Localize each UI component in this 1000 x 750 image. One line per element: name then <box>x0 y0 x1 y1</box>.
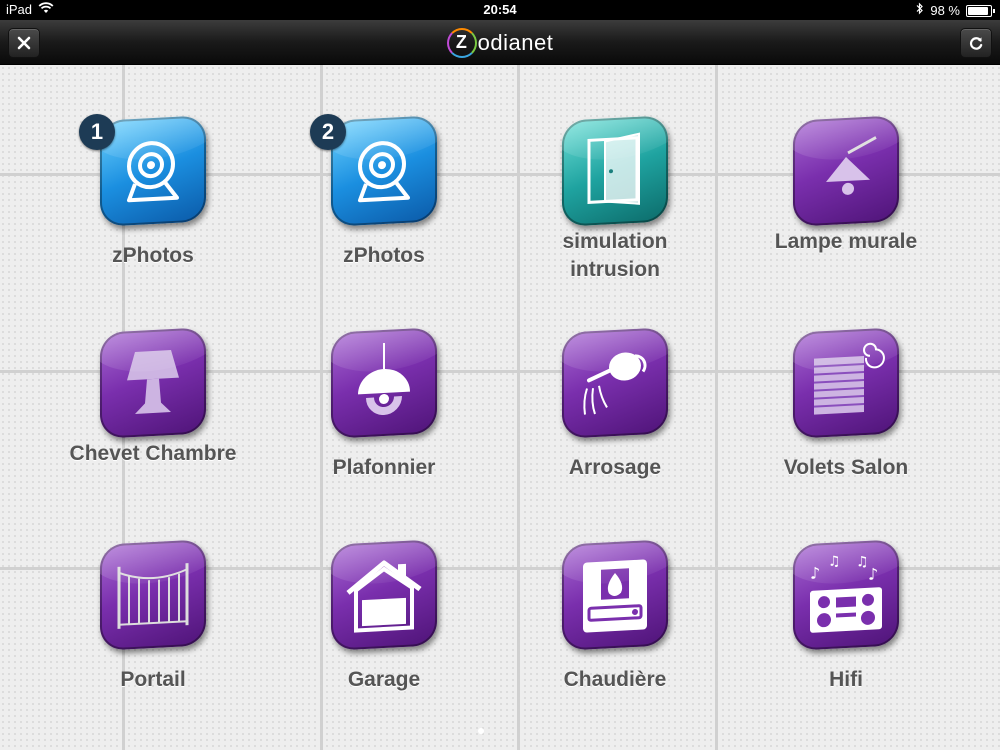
tile-chevet-chambre[interactable]: Chevet Chambre <box>63 327 243 530</box>
tile-label: zPhotos <box>112 244 194 267</box>
tile-label: zPhotos <box>343 244 425 267</box>
tile-zphotos-1[interactable]: 1 zPhotos <box>63 114 243 318</box>
tile-label: Portail <box>120 668 186 691</box>
tile-garage[interactable]: Garage <box>294 539 474 742</box>
battery-fill <box>968 6 988 15</box>
tile-label: Hifi <box>829 668 863 691</box>
bluetooth-icon <box>916 2 924 18</box>
tile-portail[interactable]: Portail <box>63 539 243 742</box>
garage-icon <box>331 539 437 651</box>
tile-label: Chaudière <box>563 668 667 691</box>
boiler-icon <box>562 539 668 651</box>
hifi-icon: ♪ ♫ ♫ ♪ <box>793 539 899 651</box>
bedside-lamp-icon <box>100 327 206 439</box>
tile-label: simulation intrusion <box>562 230 668 281</box>
tile-zphotos-2[interactable]: 2 zPhotos <box>294 114 474 318</box>
tile-hifi[interactable]: ♪ ♫ ♫ ♪ Hifi <box>756 539 936 742</box>
status-bar: iPad 20:54 98 % <box>0 0 1000 20</box>
refresh-icon <box>969 37 983 50</box>
tile-simulation-intrusion[interactable]: simulation intrusion <box>525 115 705 318</box>
watering-can-icon <box>562 327 668 439</box>
door-icon <box>562 115 668 227</box>
webcam-icon <box>331 115 437 227</box>
nav-bar: Zodianet <box>0 20 1000 65</box>
wall-lamp-icon <box>793 115 899 227</box>
shutter-icon <box>793 327 899 439</box>
refresh-button[interactable] <box>960 28 992 58</box>
svg-text:♪: ♪ <box>810 563 820 583</box>
battery-icon <box>966 4 995 17</box>
tile-label: Lampe murale <box>774 230 918 253</box>
tile-arrosage[interactable]: Arrosage <box>525 327 705 530</box>
camera-number-badge: 1 <box>79 114 115 150</box>
camera-number-badge: 2 <box>310 114 346 150</box>
battery-percent: 98 % <box>930 2 960 18</box>
tile-label: Plafonnier <box>332 456 436 479</box>
gate-icon <box>100 539 206 651</box>
logo-text: odianet <box>477 30 554 55</box>
app-logo: Zodianet <box>0 28 1000 58</box>
tile-plafonnier[interactable]: Plafonnier <box>294 327 474 530</box>
svg-text:♫: ♫ <box>828 553 841 570</box>
ceiling-lamp-icon <box>331 327 437 439</box>
logo-z: Z <box>446 28 477 58</box>
tile-lampe-murale[interactable]: Lampe murale <box>756 115 936 318</box>
status-time: 20:54 <box>483 2 517 17</box>
tile-label: Arrosage <box>568 456 662 479</box>
tile-volets-salon[interactable]: Volets Salon <box>756 327 936 530</box>
svg-text:♪: ♪ <box>868 564 878 584</box>
page-indicator-dot <box>478 728 484 734</box>
webcam-icon <box>100 115 206 227</box>
tile-label: Chevet Chambre <box>69 442 237 465</box>
svg-text:♫: ♫ <box>856 554 869 571</box>
status-bar-right: 98 % <box>916 2 995 18</box>
tile-label: Garage <box>347 668 421 691</box>
tile-chaudiere[interactable]: Chaudière <box>525 539 705 742</box>
tile-label: Volets Salon <box>783 456 909 479</box>
